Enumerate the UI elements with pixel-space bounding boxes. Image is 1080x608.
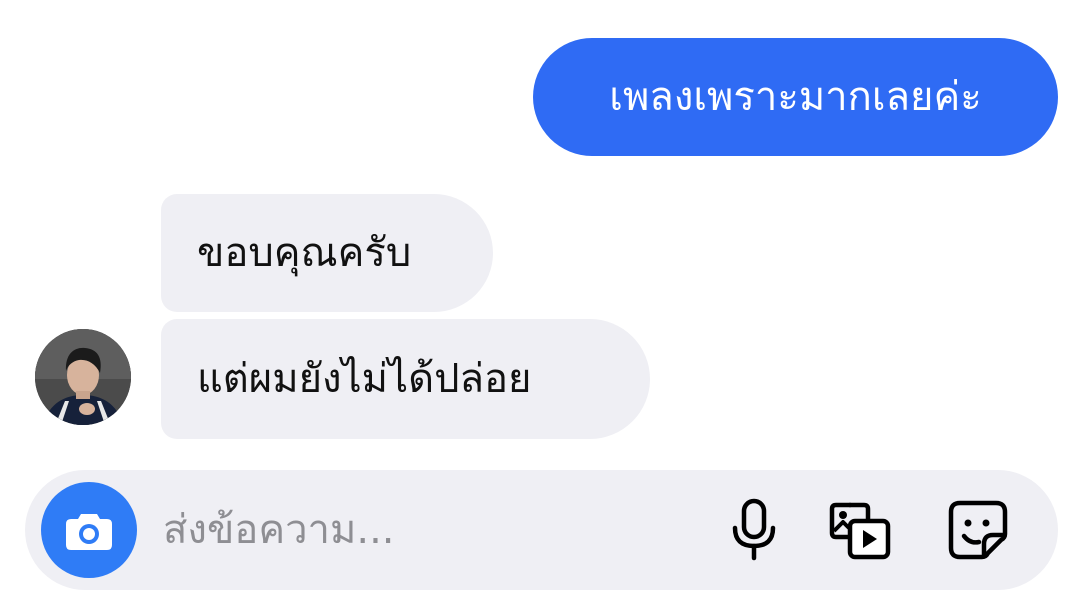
message-text: แต่ผมยังไม่ได้ปล่อย <box>197 356 532 402</box>
incoming-message-bubble[interactable]: แต่ผมยังไม่ได้ปล่อย <box>161 319 650 439</box>
sticker-icon <box>948 500 1008 560</box>
gallery-button[interactable] <box>825 494 897 566</box>
avatar[interactable] <box>35 329 131 425</box>
incoming-message-bubble[interactable]: ขอบคุณครับ <box>161 194 493 312</box>
microphone-icon <box>732 498 776 561</box>
sticker-button[interactable] <box>942 494 1014 566</box>
message-text: เพลงเพราะมากเลยค่ะ <box>609 74 982 120</box>
gallery-icon <box>829 502 891 560</box>
camera-button[interactable] <box>41 482 137 578</box>
message-text: ขอบคุณครับ <box>197 230 412 276</box>
outgoing-message-bubble[interactable]: เพลงเพราะมากเลยค่ะ <box>533 38 1058 156</box>
message-composer <box>25 470 1058 590</box>
message-input[interactable] <box>163 500 683 560</box>
microphone-button[interactable] <box>718 494 790 566</box>
avatar-photo <box>35 329 131 425</box>
camera-icon <box>66 514 112 550</box>
